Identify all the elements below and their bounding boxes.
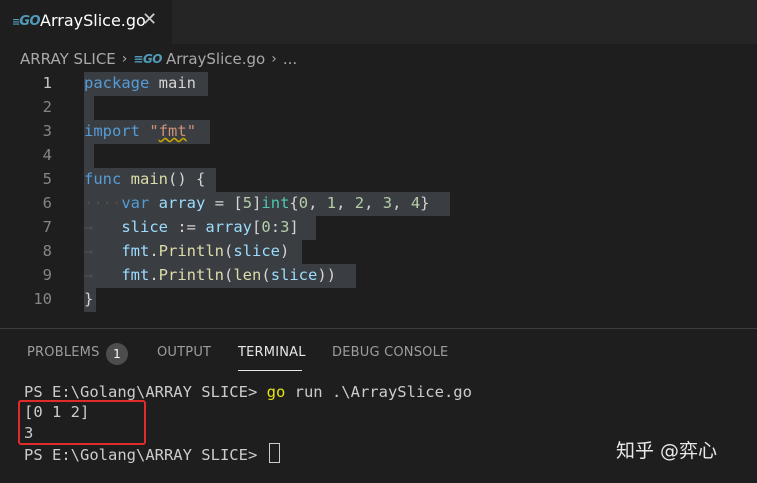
tab-output[interactable]: OUTPUT xyxy=(157,345,211,360)
code-line[interactable]: 9 → fmt.Println(len(slice)) xyxy=(0,264,757,288)
chevron-right-icon: › xyxy=(121,51,128,67)
go-file-icon: ≡GO xyxy=(12,14,41,29)
line-number: 5 xyxy=(42,170,52,188)
code-text: → slice := array[0:3] xyxy=(84,218,299,236)
problems-count-badge: 1 xyxy=(106,343,128,365)
active-tab-indicator xyxy=(238,370,302,371)
code-line[interactable]: 1 package main xyxy=(0,72,757,96)
panel-tab-bar: PROBLEMS 1 OUTPUT TERMINAL DEBUG CONSOLE xyxy=(0,334,757,374)
code-text: } xyxy=(84,290,94,308)
terminal-command-line: PS E:\Golang\ARRAY SLICE> go run .\Array… xyxy=(24,383,472,401)
code-line[interactable]: 2 xyxy=(0,96,757,120)
code-text: func main() { xyxy=(84,170,206,188)
breadcrumb: ARRAY SLICE › ≡GO ArraySlice.go › ... xyxy=(20,48,297,70)
go-file-icon: ≡GO xyxy=(133,52,162,66)
line-number: 7 xyxy=(42,218,52,236)
code-text: → fmt.Println(slice) xyxy=(84,242,290,260)
code-text: import "fmt" xyxy=(84,122,197,140)
breadcrumb-folder[interactable]: ARRAY SLICE xyxy=(20,50,116,68)
tab-debug-console[interactable]: DEBUG CONSOLE xyxy=(332,345,448,360)
code-text: → fmt.Println(len(slice)) xyxy=(84,266,337,284)
code-editor[interactable]: 1 package main 2 3 import "fmt" 4 5 func… xyxy=(0,72,757,312)
code-line[interactable]: 8 → fmt.Println(slice) xyxy=(0,240,757,264)
tab-problems[interactable]: PROBLEMS xyxy=(27,345,100,360)
code-line[interactable]: 6 ····var array = [5]int{0, 1, 2, 3, 4} xyxy=(0,192,757,216)
line-number: 1 xyxy=(42,74,52,92)
highlight-box xyxy=(18,400,146,445)
line-number: 8 xyxy=(42,242,52,260)
tab-title: ArraySlice.go xyxy=(40,11,146,30)
code-line[interactable]: 3 import "fmt" xyxy=(0,120,757,144)
editor-tab-bar: ≡GO ArraySlice.go ✕ xyxy=(0,0,757,44)
line-number: 4 xyxy=(42,146,52,164)
code-line[interactable]: 4 xyxy=(0,144,757,168)
code-line[interactable]: 7 → slice := array[0:3] xyxy=(0,216,757,240)
tab-arrayslice-go[interactable]: ≡GO ArraySlice.go ✕ xyxy=(0,0,172,44)
chevron-right-icon: › xyxy=(271,51,277,67)
line-number: 10 xyxy=(33,290,52,308)
breadcrumb-more[interactable]: ... xyxy=(283,50,297,68)
terminal-cursor xyxy=(268,443,280,463)
code-text: package main xyxy=(84,74,196,92)
code-line[interactable]: 5 func main() { xyxy=(0,168,757,192)
line-number: 6 xyxy=(42,194,52,212)
close-icon[interactable]: ✕ xyxy=(142,9,157,30)
breadcrumb-file[interactable]: ArraySlice.go xyxy=(166,50,265,68)
line-number: 3 xyxy=(42,122,52,140)
line-number: 9 xyxy=(42,266,52,284)
tab-terminal[interactable]: TERMINAL xyxy=(238,345,306,360)
watermark-text: 知乎 @弈心 xyxy=(616,440,718,462)
panel-divider xyxy=(0,328,757,329)
terminal-prompt-line: PS E:\Golang\ARRAY SLICE> xyxy=(24,443,280,464)
code-line[interactable]: 10 } xyxy=(0,288,757,312)
code-text: ····var array = [5]int{0, 1, 2, 3, 4} xyxy=(84,194,430,212)
line-number: 2 xyxy=(42,98,52,116)
